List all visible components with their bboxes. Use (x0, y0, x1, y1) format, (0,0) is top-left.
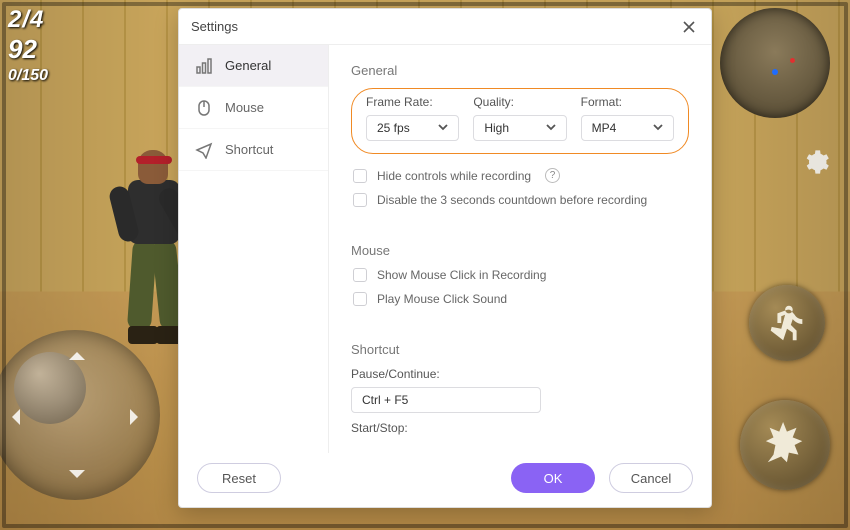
chevron-down-icon (438, 121, 448, 135)
reset-button[interactable]: Reset (197, 463, 281, 493)
quality-label: Quality: (473, 95, 566, 109)
settings-sidebar: General Mouse Shortcut (179, 45, 329, 453)
hide-controls-label: Hide controls while recording (377, 169, 531, 183)
gear-icon[interactable] (802, 148, 830, 176)
settings-dialog: Settings General Mouse Shortcut General … (178, 8, 712, 508)
play-sound-label: Play Mouse Click Sound (377, 292, 507, 306)
frame-rate-label: Frame Rate: (366, 95, 459, 109)
dialog-title: Settings (191, 19, 238, 34)
pause-continue-input[interactable]: Ctrl + F5 (351, 387, 541, 413)
pause-continue-label: Pause/Continue: (351, 367, 689, 381)
disable-countdown-checkbox[interactable] (353, 193, 367, 207)
format-value: MP4 (592, 121, 617, 135)
start-stop-label: Start/Stop: (351, 421, 689, 435)
show-click-label: Show Mouse Click in Recording (377, 268, 546, 282)
sidebar-item-mouse[interactable]: Mouse (179, 87, 328, 129)
sidebar-item-label: General (225, 58, 271, 73)
quality-select[interactable]: High (473, 115, 566, 141)
joystick-down-icon (69, 470, 85, 486)
game-action-shoot[interactable] (740, 400, 830, 490)
section-general-title: General (351, 63, 689, 78)
section-shortcut-title: Shortcut (351, 342, 689, 357)
minimap-dot (790, 58, 795, 63)
cancel-button[interactable]: Cancel (609, 463, 693, 493)
format-label: Format: (581, 95, 674, 109)
sidebar-item-general[interactable]: General (179, 45, 328, 87)
dialog-footer: Reset OK Cancel (179, 453, 711, 507)
frame-rate-value: 25 fps (377, 121, 410, 135)
section-mouse-title: Mouse (351, 243, 689, 258)
ok-button[interactable]: OK (511, 463, 595, 493)
show-click-checkbox[interactable] (353, 268, 367, 282)
quality-value: High (484, 121, 509, 135)
hide-controls-checkbox[interactable] (353, 169, 367, 183)
hud-ammo: 0/150 (8, 67, 48, 85)
joystick-stick[interactable] (14, 352, 86, 424)
paper-plane-icon (195, 141, 213, 159)
game-hud: 2/4 92 0/150 (8, 6, 48, 85)
chevron-down-icon (653, 121, 663, 135)
sidebar-item-label: Mouse (225, 100, 264, 115)
chevron-down-icon (546, 121, 556, 135)
help-icon[interactable]: ? (545, 168, 560, 183)
pause-continue-value: Ctrl + F5 (362, 393, 408, 407)
joystick-left-icon (4, 409, 20, 425)
hud-score: 92 (8, 34, 48, 65)
close-icon (683, 21, 695, 33)
disable-countdown-label: Disable the 3 seconds countdown before r… (377, 193, 647, 207)
bar-chart-icon (195, 57, 213, 75)
hud-counter: 2/4 (8, 6, 48, 34)
game-action-run[interactable] (749, 285, 825, 361)
close-button[interactable] (679, 17, 699, 37)
sidebar-item-shortcut[interactable]: Shortcut (179, 129, 328, 171)
sidebar-item-label: Shortcut (225, 142, 273, 157)
format-select[interactable]: MP4 (581, 115, 674, 141)
frame-rate-select[interactable]: 25 fps (366, 115, 459, 141)
mouse-icon (195, 99, 213, 117)
recording-options-highlight: Frame Rate: Quality: Format: 25 fps High… (351, 88, 689, 154)
settings-content: General Frame Rate: Quality: Format: 25 … (329, 45, 711, 453)
joystick-right-icon (130, 409, 146, 425)
play-sound-checkbox[interactable] (353, 292, 367, 306)
dialog-header: Settings (179, 9, 711, 45)
joystick-up-icon (69, 344, 85, 360)
minimap[interactable] (720, 8, 830, 118)
